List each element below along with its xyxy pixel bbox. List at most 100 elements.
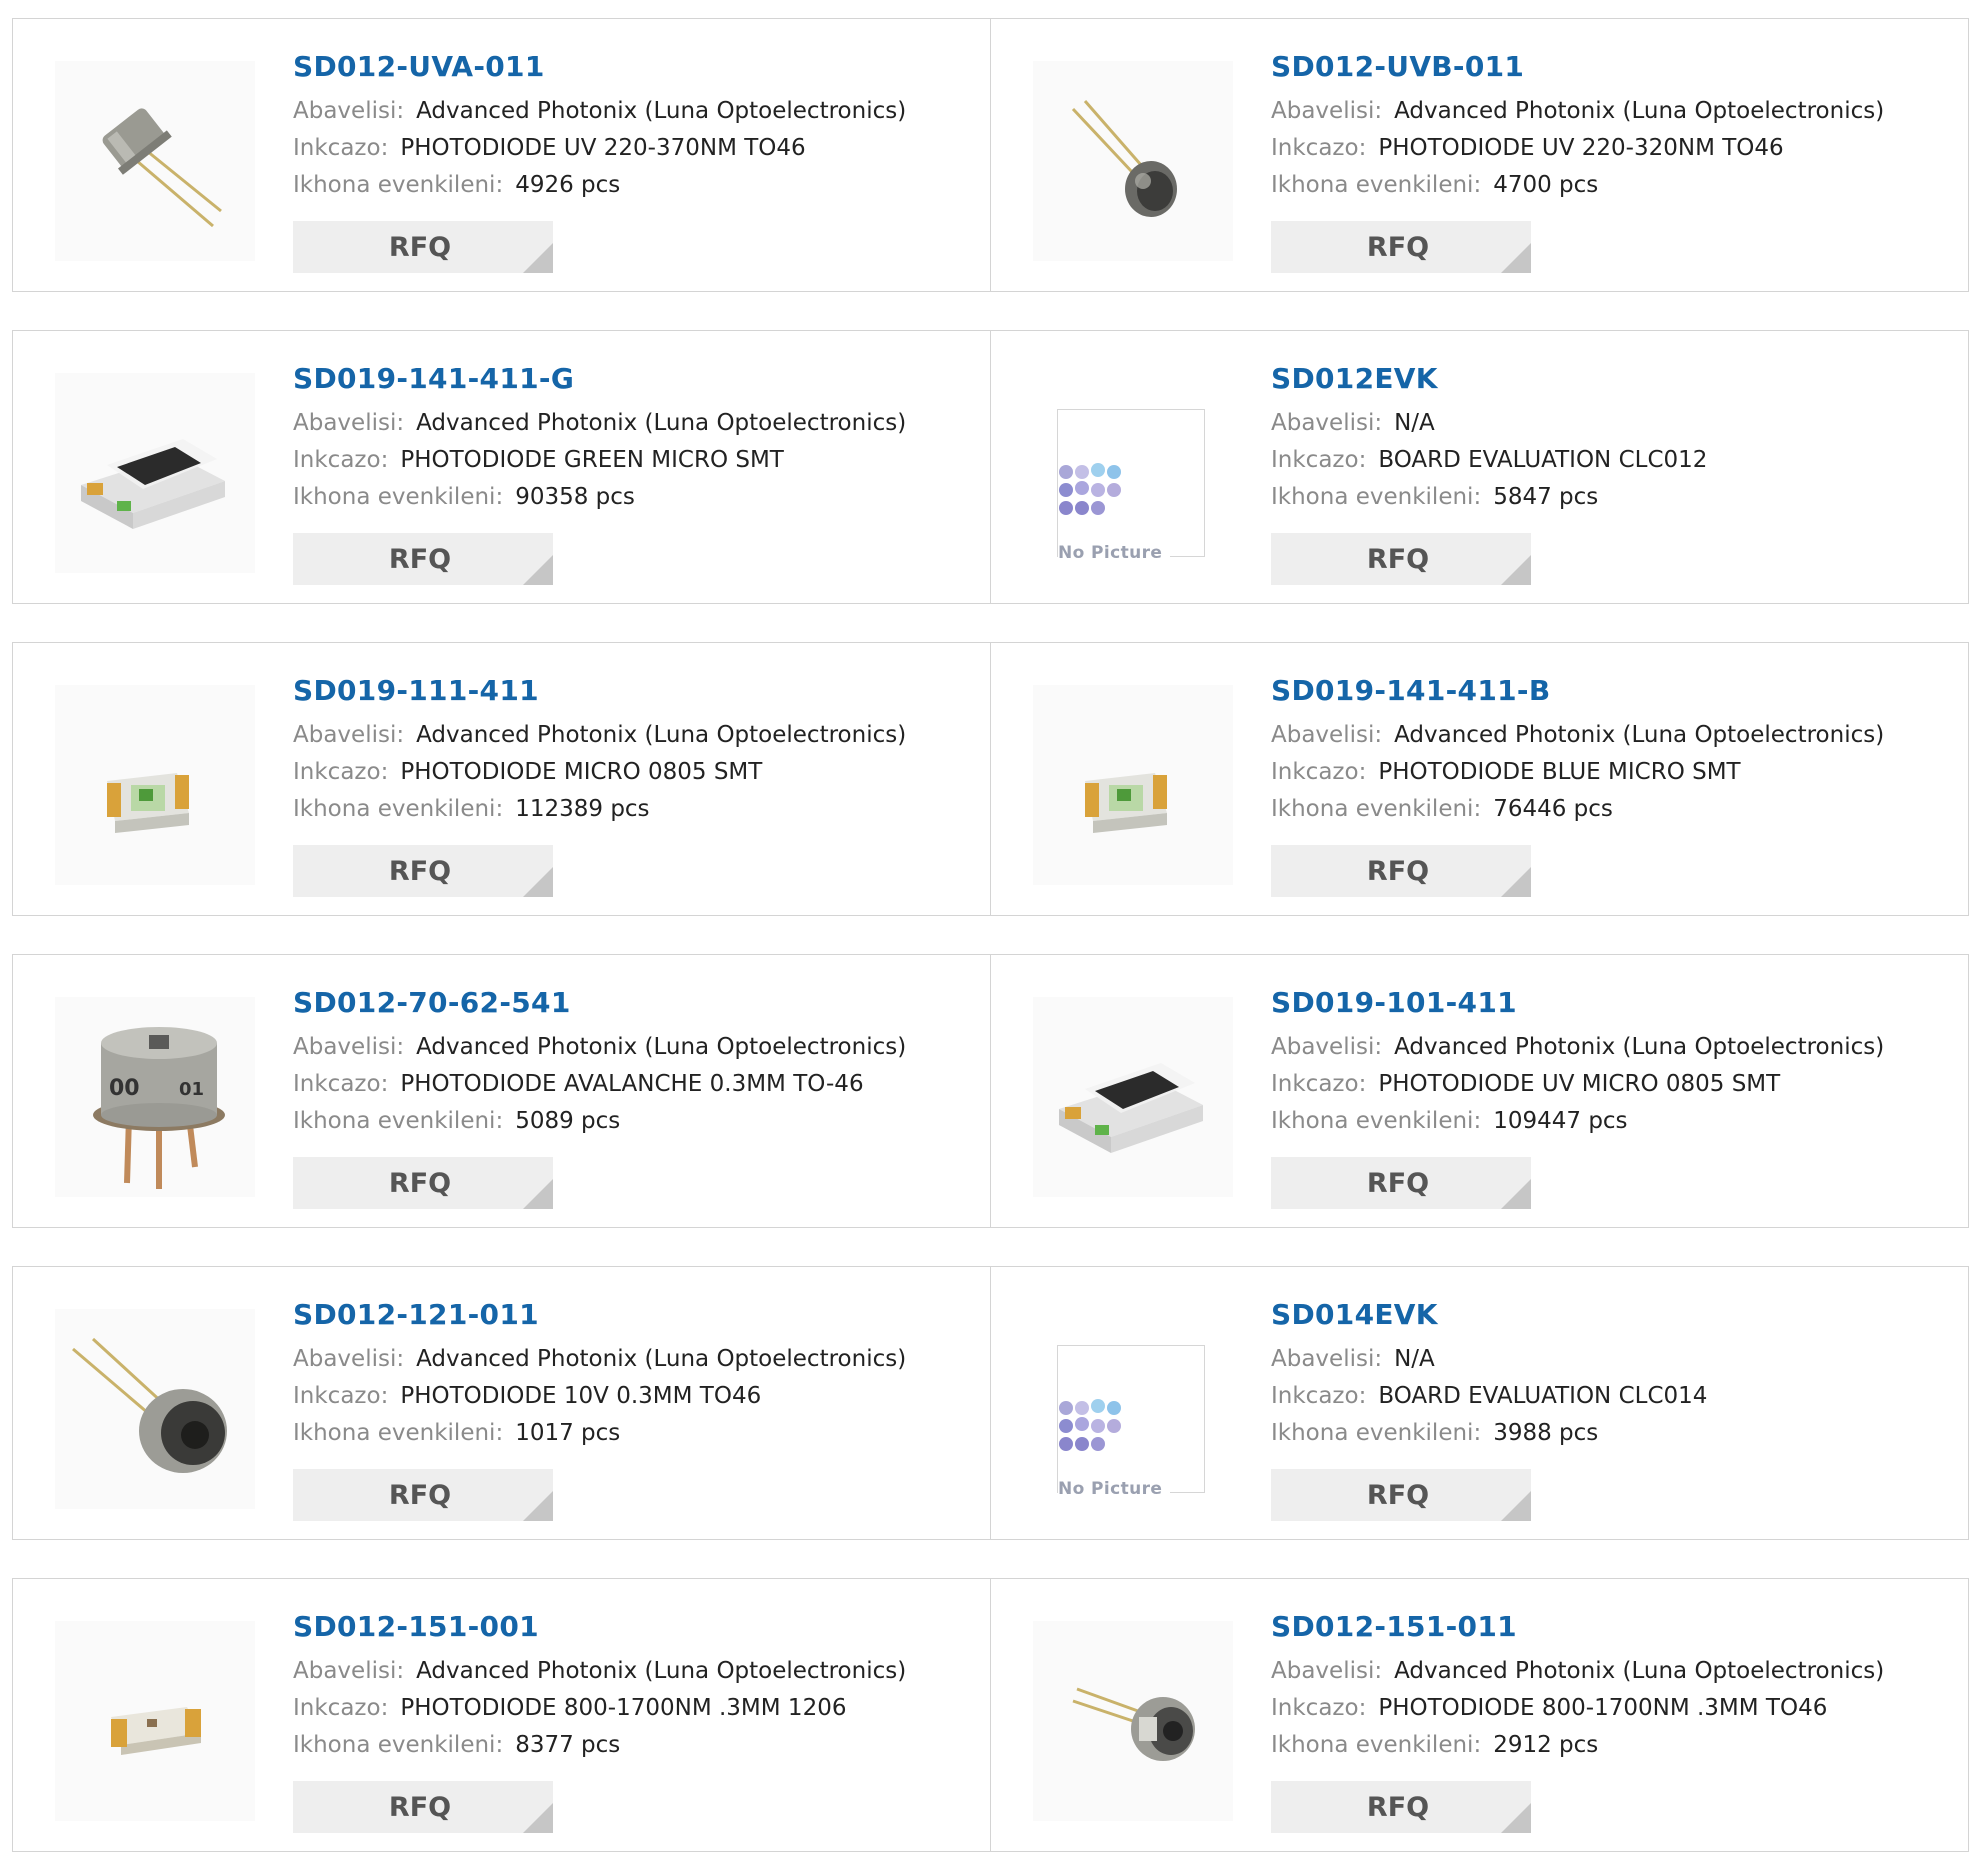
smt-1206-icon — [111, 1707, 201, 1755]
to46-side-icon — [102, 108, 222, 228]
rfq-button[interactable]: RFQ — [293, 1157, 553, 1209]
corner-decoration — [1501, 1803, 1531, 1833]
part-number-link[interactable]: SD019-111-411 — [293, 671, 539, 711]
description-line: Inkcazo: PHOTODIODE 800-1700NM .3MM 1206 — [293, 1690, 970, 1727]
rfq-label: RFQ — [1366, 1791, 1430, 1823]
manufacturer-line: Abavelisi: N/A — [1271, 405, 1948, 442]
rfq-button[interactable]: RFQ — [1271, 533, 1531, 585]
stock-line: Ikhona evenkileni: 90358 pcs — [293, 479, 970, 516]
rfq-button[interactable]: RFQ — [1271, 845, 1531, 897]
rfq-button[interactable]: RFQ — [1271, 1157, 1531, 1209]
part-number-link[interactable]: SD012-70-62-541 — [293, 983, 571, 1023]
rfq-button[interactable]: RFQ — [293, 533, 553, 585]
stock-value: 3988 pcs — [1493, 1420, 1599, 1446]
part-number-link[interactable]: SD014EVK — [1271, 1295, 1438, 1335]
product-image[interactable]: No Picture — [1033, 373, 1233, 573]
stock-value: 2912 pcs — [1493, 1732, 1599, 1758]
product-card: SD012-151-011 Abavelisi: Advanced Photoni… — [990, 1578, 1969, 1852]
part-number-link[interactable]: SD012-UVA-011 — [293, 47, 545, 87]
product-image[interactable] — [55, 1309, 255, 1509]
rfq-button[interactable]: RFQ — [1271, 1469, 1531, 1521]
product-card: No Picture SD014EVK Abavelisi: N/A Inkcaz… — [990, 1266, 1969, 1540]
rfq-button[interactable]: RFQ — [293, 221, 553, 273]
svg-text:01: 01 — [179, 1079, 204, 1100]
description-line: Inkcazo: PHOTODIODE UV 220-320NM TO46 — [1271, 130, 1948, 167]
stock-label: Ikhona evenkileni: — [293, 796, 504, 822]
corner-decoration — [1501, 867, 1531, 897]
product-image[interactable]: No Picture — [1033, 1309, 1233, 1509]
manufacturer-label: Abavelisi: — [293, 98, 405, 124]
manufacturer-value: Advanced Photonix (Luna Optoelectronics) — [416, 722, 907, 748]
product-card: No Picture SD012EVK Abavelisi: N/A Inkcaz… — [990, 330, 1969, 604]
part-number-link[interactable]: SD019-141-411-B — [1271, 671, 1550, 711]
product-card: SD012-UVB-011 Abavelisi: Advanced Photoni… — [990, 18, 1969, 292]
product-image[interactable] — [1033, 997, 1233, 1197]
rfq-label: RFQ — [1366, 543, 1430, 575]
product-card: SD019-141-411-G Abavelisi: Advanced Photo… — [12, 330, 991, 604]
product-card: SD019-141-411-B Abavelisi: Advanced Photo… — [990, 642, 1969, 916]
product-image[interactable] — [55, 373, 255, 573]
description-value: PHOTODIODE 800-1700NM .3MM 1206 — [400, 1695, 847, 1721]
part-number-link[interactable]: SD019-101-411 — [1271, 983, 1517, 1023]
product-card: 00 01 SD012-70-62-541 Abavelisi: Advanced… — [12, 954, 991, 1228]
rfq-label: RFQ — [1366, 231, 1430, 263]
part-number-link[interactable]: SD012EVK — [1271, 359, 1438, 399]
part-number-link[interactable]: SD012-UVB-011 — [1271, 47, 1524, 87]
manufacturer-value: Advanced Photonix (Luna Optoelectronics) — [1394, 1658, 1885, 1684]
description-line: Inkcazo: PHOTODIODE GREEN MICRO SMT — [293, 442, 970, 479]
product-row: SD012-151-001 Abavelisi: Advanced Photoni… — [12, 1578, 1969, 1852]
description-value: PHOTODIODE BLUE MICRO SMT — [1378, 759, 1741, 785]
manufacturer-value: N/A — [1394, 410, 1435, 436]
product-image[interactable] — [1033, 685, 1233, 885]
smt-micro-icon — [1059, 1063, 1203, 1153]
description-value: PHOTODIODE UV MICRO 0805 SMT — [1378, 1071, 1781, 1097]
product-info: SD012-121-011 Abavelisi: Advanced Photoni… — [293, 1295, 970, 1452]
rfq-button[interactable]: RFQ — [1271, 1781, 1531, 1833]
manufacturer-label: Abavelisi: — [1271, 98, 1383, 124]
manufacturer-line: Abavelisi: Advanced Photonix (Luna Optoel… — [293, 1653, 970, 1690]
to46-can-icon — [72, 1337, 227, 1473]
corner-decoration — [1501, 1491, 1531, 1521]
product-image[interactable] — [1033, 61, 1233, 261]
description-value: PHOTODIODE UV 220-370NM TO46 — [400, 135, 806, 161]
corner-decoration — [523, 867, 553, 897]
rfq-button[interactable]: RFQ — [1271, 221, 1531, 273]
manufacturer-label: Abavelisi: — [1271, 1034, 1383, 1060]
part-number-link[interactable]: SD012-121-011 — [293, 1295, 539, 1335]
rfq-button[interactable]: RFQ — [293, 1469, 553, 1521]
manufacturer-value: Advanced Photonix (Luna Optoelectronics) — [1394, 1034, 1885, 1060]
product-row: SD019-141-411-G Abavelisi: Advanced Photo… — [12, 330, 1969, 604]
product-image[interactable] — [55, 685, 255, 885]
stock-label: Ikhona evenkileni: — [1271, 1732, 1482, 1758]
rfq-button[interactable]: RFQ — [293, 1781, 553, 1833]
manufacturer-label: Abavelisi: — [293, 1034, 405, 1060]
product-info: SD019-111-411 Abavelisi: Advanced Photoni… — [293, 671, 970, 828]
manufacturer-label: Abavelisi: — [293, 410, 405, 436]
description-value: PHOTODIODE 800-1700NM .3MM TO46 — [1378, 1695, 1828, 1721]
corner-decoration — [523, 555, 553, 585]
product-image[interactable] — [1033, 1621, 1233, 1821]
stock-line: Ikhona evenkileni: 1017 pcs — [293, 1415, 970, 1452]
corner-decoration — [1501, 1179, 1531, 1209]
part-number-link[interactable]: SD012-151-011 — [1271, 1607, 1517, 1647]
corner-decoration — [1501, 243, 1531, 273]
to46-large-icon: 00 01 — [93, 1027, 225, 1189]
product-image[interactable] — [55, 1621, 255, 1821]
part-number-link[interactable]: SD019-141-411-G — [293, 359, 574, 399]
description-label: Inkcazo: — [293, 1071, 389, 1097]
product-info: SD012EVK Abavelisi: N/A Inkcazo: BOARD EVA… — [1271, 359, 1948, 516]
no-picture-label: No Picture — [1058, 1479, 1171, 1499]
no-picture-placeholder: No Picture — [1057, 1345, 1205, 1499]
part-number-link[interactable]: SD012-151-001 — [293, 1607, 539, 1647]
description-label: Inkcazo: — [293, 447, 389, 473]
rfq-button[interactable]: RFQ — [293, 845, 553, 897]
manufacturer-label: Abavelisi: — [1271, 410, 1383, 436]
description-line: Inkcazo: BOARD EVALUATION CLC012 — [1271, 442, 1948, 479]
rfq-label: RFQ — [388, 855, 452, 887]
product-image[interactable] — [55, 61, 255, 261]
stock-line: Ikhona evenkileni: 4700 pcs — [1271, 167, 1948, 204]
product-image[interactable]: 00 01 — [55, 997, 255, 1197]
corner-decoration — [523, 243, 553, 273]
smt-0805-icon — [1085, 773, 1167, 833]
stock-value: 1017 pcs — [515, 1420, 621, 1446]
